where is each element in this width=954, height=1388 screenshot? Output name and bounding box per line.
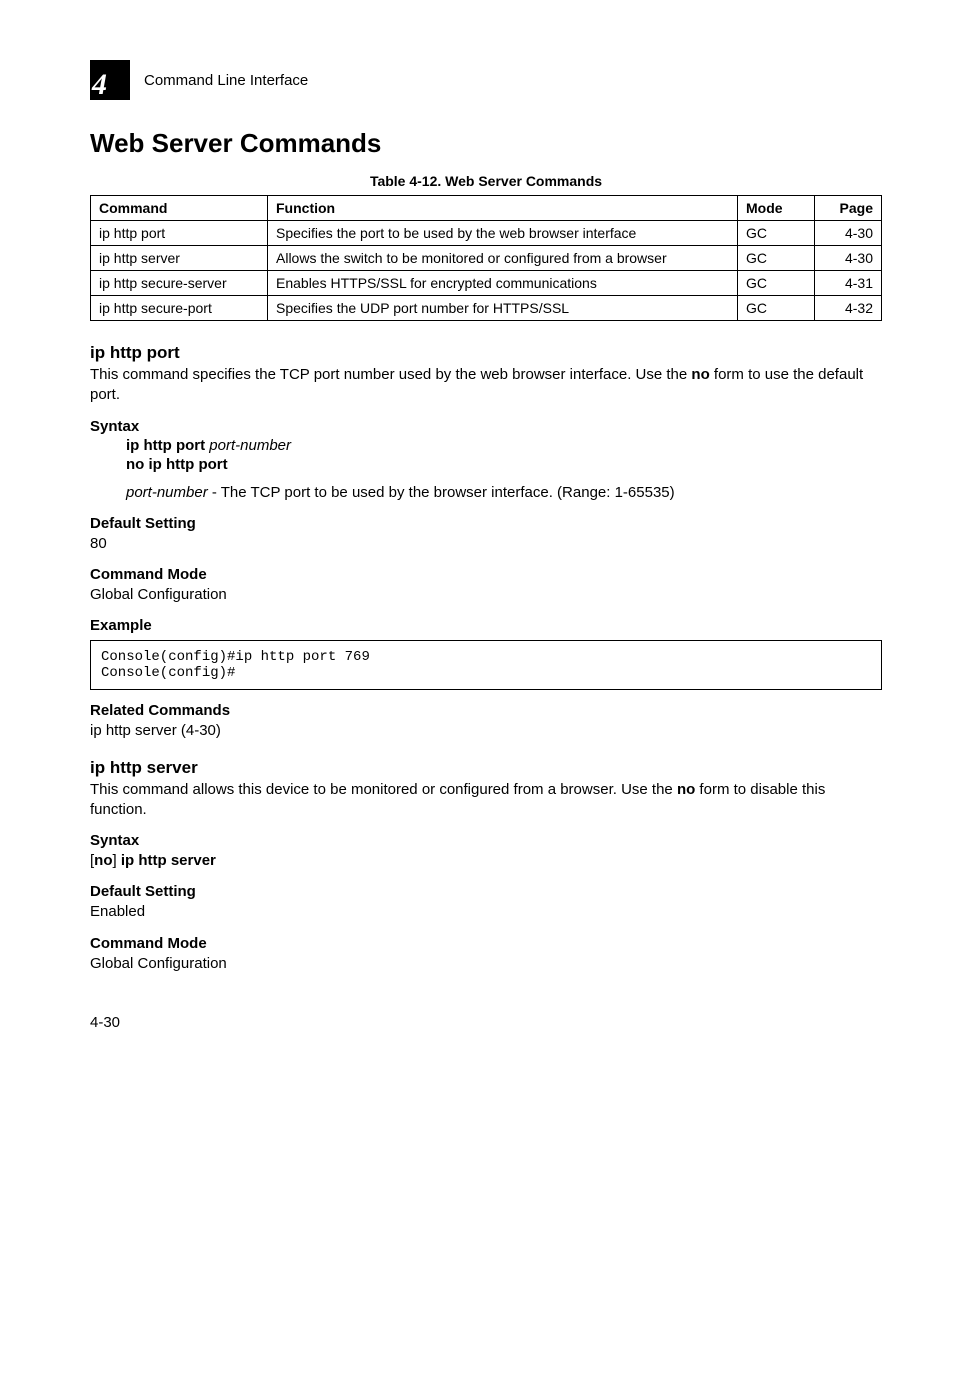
cell-mode: GC — [738, 296, 815, 321]
example-code: Console(config)#ip http port 769 Console… — [90, 640, 882, 690]
table-header-row: Command Function Mode Page — [91, 196, 882, 221]
syntax-line: no ip http port — [126, 456, 882, 473]
cell-page: 4-31 — [815, 271, 882, 296]
page-header: 4 Command Line Interface — [90, 60, 882, 100]
default-setting-label: Default Setting — [90, 883, 882, 900]
cell-command: ip http secure-port — [91, 296, 268, 321]
related-commands-label: Related Commands — [90, 702, 882, 719]
command-mode-label: Command Mode — [90, 935, 882, 952]
command-heading-ip-http-server: ip http server — [90, 758, 882, 778]
syntax-label: Syntax — [90, 832, 882, 849]
page-number: 4-30 — [90, 1014, 882, 1031]
col-command: Command — [91, 196, 268, 221]
default-setting-value: 80 — [90, 534, 882, 554]
syntax-line: ip http port port-number — [126, 437, 882, 454]
cell-function: Specifies the UDP port number for HTTPS/… — [268, 296, 738, 321]
col-function: Function — [268, 196, 738, 221]
cell-mode: GC — [738, 221, 815, 246]
command-description: This command allows this device to be mo… — [90, 780, 882, 821]
syntax-param: port-number - The TCP port to be used by… — [126, 483, 882, 503]
cell-command: ip http secure-server — [91, 271, 268, 296]
cell-function: Enables HTTPS/SSL for encrypted communic… — [268, 271, 738, 296]
section-title: Web Server Commands — [90, 128, 882, 159]
cell-page: 4-32 — [815, 296, 882, 321]
command-mode-value: Global Configuration — [90, 954, 882, 974]
cell-mode: GC — [738, 246, 815, 271]
default-setting-value: Enabled — [90, 902, 882, 922]
col-mode: Mode — [738, 196, 815, 221]
command-heading-ip-http-port: ip http port — [90, 343, 882, 363]
table-caption: Table 4-12. Web Server Commands — [90, 173, 882, 189]
cell-function: Specifies the port to be used by the web… — [268, 221, 738, 246]
cell-page: 4-30 — [815, 246, 882, 271]
table-row: ip http secure-server Enables HTTPS/SSL … — [91, 271, 882, 296]
table-row: ip http server Allows the switch to be m… — [91, 246, 882, 271]
syntax-line: [no] ip http server — [90, 851, 882, 871]
command-description: This command specifies the TCP port numb… — [90, 365, 882, 406]
cell-function: Allows the switch to be monitored or con… — [268, 246, 738, 271]
command-mode-label: Command Mode — [90, 566, 882, 583]
cell-command: ip http server — [91, 246, 268, 271]
related-commands-value: ip http server (4-30) — [90, 721, 882, 741]
syntax-label: Syntax — [90, 418, 882, 435]
chapter-badge: 4 — [90, 60, 130, 100]
example-label: Example — [90, 617, 882, 634]
header-title: Command Line Interface — [144, 72, 308, 89]
web-server-commands-table: Command Function Mode Page ip http port … — [90, 195, 882, 321]
table-row: ip http secure-port Specifies the UDP po… — [91, 296, 882, 321]
table-row: ip http port Specifies the port to be us… — [91, 221, 882, 246]
cell-mode: GC — [738, 271, 815, 296]
chapter-number: 4 — [92, 68, 107, 102]
default-setting-label: Default Setting — [90, 515, 882, 532]
col-page: Page — [815, 196, 882, 221]
command-mode-value: Global Configuration — [90, 585, 882, 605]
cell-page: 4-30 — [815, 221, 882, 246]
cell-command: ip http port — [91, 221, 268, 246]
